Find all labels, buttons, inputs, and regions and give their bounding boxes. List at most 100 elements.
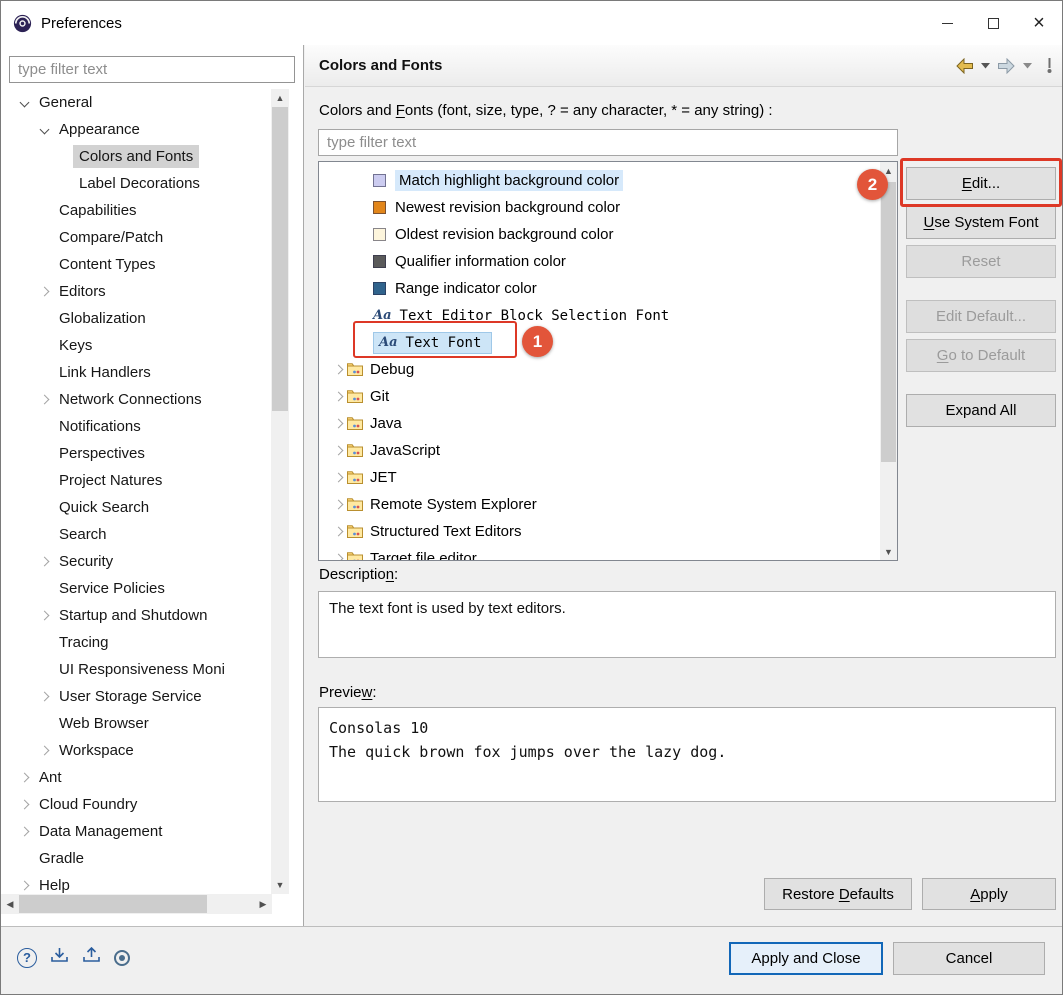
chevron-right-icon[interactable] (329, 361, 347, 379)
list-item-java[interactable]: Java (319, 410, 897, 437)
sidebar-item-ui-responsiveness-moni[interactable]: UI Responsiveness Moni (1, 656, 271, 683)
restore-defaults-button[interactable]: Restore Defaults (764, 878, 912, 910)
chevron-right-icon[interactable] (329, 496, 347, 514)
reset-button[interactable]: Reset (906, 245, 1056, 278)
sidebar-item-gradle[interactable]: Gradle (1, 845, 271, 872)
sidebar-item-search[interactable]: Search (1, 521, 271, 548)
scroll-up-icon[interactable]: ▲ (271, 89, 289, 107)
list-item-git[interactable]: Git (319, 383, 897, 410)
apply-button[interactable]: Apply (922, 878, 1056, 910)
edit-default-button[interactable]: Edit Default... (906, 300, 1056, 333)
sidebar-horizontal-scrollbar[interactable]: ◀ ▶ (1, 894, 272, 914)
sidebar-item-notifications[interactable]: Notifications (1, 413, 271, 440)
expand-all-button[interactable]: Expand All (906, 394, 1056, 427)
list-item-debug[interactable]: Debug (319, 356, 897, 383)
back-history-dropdown-icon[interactable] (979, 61, 992, 71)
scroll-down-icon[interactable]: ▼ (271, 876, 289, 894)
sidebar-item-general[interactable]: General (1, 89, 271, 116)
list-item-remote-system-explorer[interactable]: Remote System Explorer (319, 491, 897, 518)
scrollbar-thumb[interactable] (881, 182, 896, 462)
forward-history-dropdown-icon[interactable] (1021, 61, 1034, 71)
sidebar-item-startup-and-shutdown[interactable]: Startup and Shutdown (1, 602, 271, 629)
sidebar-item-workspace[interactable]: Workspace (1, 737, 271, 764)
import-preferences-icon[interactable] (82, 947, 101, 968)
list-item-range-indicator-color[interactable]: Range indicator color (319, 275, 897, 302)
scrollbar-thumb[interactable] (19, 895, 207, 913)
cancel-button[interactable]: Cancel (893, 942, 1045, 975)
recorder-icon[interactable] (114, 950, 130, 966)
list-item-javascript[interactable]: JavaScript (319, 437, 897, 464)
chevron-right-icon[interactable] (15, 769, 33, 787)
sidebar-item-ant[interactable]: Ant (1, 764, 271, 791)
use-system-font-button[interactable]: Use System Font (906, 206, 1056, 239)
scroll-left-icon[interactable]: ◀ (1, 894, 19, 914)
back-arrow-icon[interactable] (953, 56, 976, 76)
pin-page-icon[interactable] (1043, 55, 1056, 76)
sidebar-item-capabilities[interactable]: Capabilities (1, 197, 271, 224)
chevron-right-icon[interactable] (35, 391, 53, 409)
chevron-right-icon[interactable] (15, 796, 33, 814)
chevron-right-icon[interactable] (15, 877, 33, 895)
export-preferences-icon[interactable] (50, 947, 69, 968)
scroll-right-icon[interactable]: ▶ (254, 894, 272, 914)
maximize-button[interactable] (970, 1, 1016, 45)
chevron-right-icon[interactable] (35, 688, 53, 706)
chevron-right-icon[interactable] (35, 283, 53, 301)
scroll-down-icon[interactable]: ▼ (880, 543, 897, 560)
sidebar-item-link-handlers[interactable]: Link Handlers (1, 359, 271, 386)
go-to-default-button[interactable]: Go to Default (906, 339, 1056, 372)
chevron-right-icon[interactable] (329, 469, 347, 487)
sidebar-item-service-policies[interactable]: Service Policies (1, 575, 271, 602)
list-vertical-scrollbar[interactable]: ▲ ▼ (880, 162, 897, 560)
chevron-right-icon[interactable] (329, 415, 347, 433)
chevron-right-icon[interactable] (15, 823, 33, 841)
chevron-right-icon[interactable] (329, 388, 347, 406)
scroll-up-icon[interactable]: ▲ (880, 162, 897, 179)
list-item-target-file-editor[interactable]: Target file editor (319, 545, 897, 561)
chevron-right-icon[interactable] (329, 523, 347, 541)
sidebar-item-colors-and-fonts[interactable]: Colors and Fonts (1, 143, 271, 170)
sidebar-item-perspectives[interactable]: Perspectives (1, 440, 271, 467)
list-item-match-highlight-background-color[interactable]: Match highlight background color (319, 167, 897, 194)
chevron-right-icon[interactable] (329, 550, 347, 562)
chevron-right-icon[interactable] (329, 442, 347, 460)
chevron-down-icon[interactable] (15, 94, 33, 112)
forward-arrow-icon[interactable] (995, 56, 1018, 76)
chevron-right-icon[interactable] (35, 607, 53, 625)
chevron-right-icon[interactable] (35, 553, 53, 571)
list-item-newest-revision-background-color[interactable]: Newest revision background color (319, 194, 897, 221)
sidebar-item-cloud-foundry[interactable]: Cloud Foundry (1, 791, 271, 818)
sidebar-item-help[interactable]: Help (1, 872, 271, 894)
sidebar-item-web-browser[interactable]: Web Browser (1, 710, 271, 737)
sidebar-vertical-scrollbar[interactable]: ▲ ▼ (271, 89, 289, 894)
sidebar-item-quick-search[interactable]: Quick Search (1, 494, 271, 521)
edit-button[interactable]: Edit... (906, 167, 1056, 200)
sidebar-item-network-connections[interactable]: Network Connections (1, 386, 271, 413)
list-item-text-font[interactable]: AaText Font (319, 329, 897, 356)
minimize-button[interactable] (924, 1, 970, 45)
sidebar-item-user-storage-service[interactable]: User Storage Service (1, 683, 271, 710)
sidebar-item-label-decorations[interactable]: Label Decorations (1, 170, 271, 197)
chevron-right-icon[interactable] (35, 742, 53, 760)
apply-and-close-button[interactable]: Apply and Close (729, 942, 883, 975)
scrollbar-thumb[interactable] (272, 107, 288, 411)
help-icon[interactable]: ? (17, 948, 37, 968)
list-item-jet[interactable]: JET (319, 464, 897, 491)
sidebar-item-appearance[interactable]: Appearance (1, 116, 271, 143)
list-item-text-editor-block-selection-font[interactable]: AaText Editor Block Selection Font (319, 302, 897, 329)
list-item-qualifier-information-color[interactable]: Qualifier information color (319, 248, 897, 275)
sidebar-filter-input[interactable] (9, 56, 295, 83)
sidebar-item-project-natures[interactable]: Project Natures (1, 467, 271, 494)
sidebar-item-keys[interactable]: Keys (1, 332, 271, 359)
colors-fonts-filter-input[interactable] (318, 129, 898, 156)
sidebar-item-data-management[interactable]: Data Management (1, 818, 271, 845)
sidebar-item-content-types[interactable]: Content Types (1, 251, 271, 278)
close-button[interactable]: × (1016, 1, 1062, 45)
list-item-oldest-revision-background-color[interactable]: Oldest revision background color (319, 221, 897, 248)
sidebar-item-editors[interactable]: Editors (1, 278, 271, 305)
sidebar-item-globalization[interactable]: Globalization (1, 305, 271, 332)
title-bar[interactable]: Preferences × (1, 1, 1062, 45)
sidebar-item-security[interactable]: Security (1, 548, 271, 575)
sidebar-item-compare-patch[interactable]: Compare/Patch (1, 224, 271, 251)
chevron-down-icon[interactable] (35, 121, 53, 139)
